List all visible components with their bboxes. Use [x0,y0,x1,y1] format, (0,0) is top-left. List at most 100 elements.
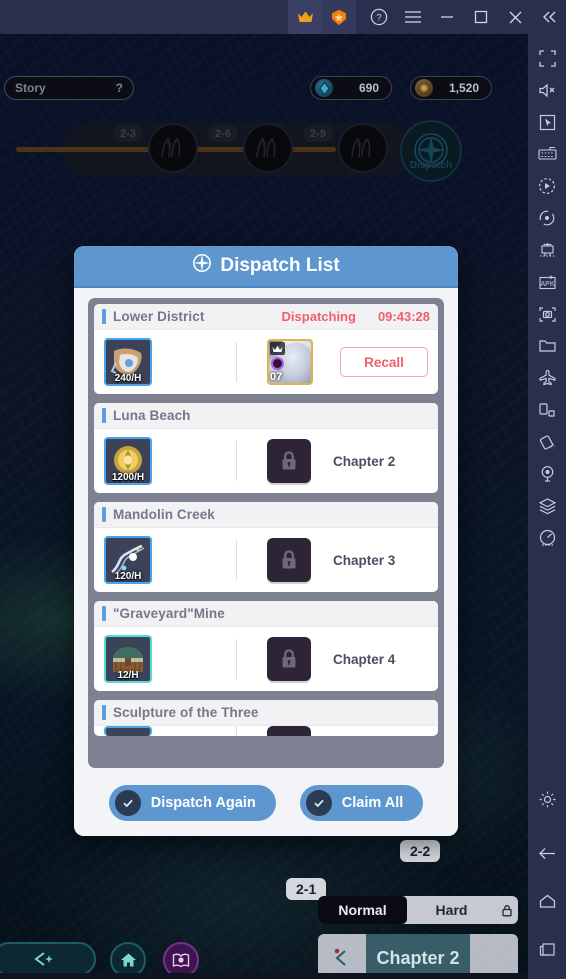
airplane-icon[interactable] [531,362,563,394]
screen-root: ? APK Story ? 690 1,520 2-3 2-6 2-9 Disp… [0,0,566,979]
story-help-icon[interactable]: ? [116,81,123,95]
nav-prev-button[interactable] [0,942,96,976]
dispatch-list-container[interactable]: Lower District Dispatching 09:43:28 240/… [88,298,444,768]
dispatch-location-name: Mandolin Creek [113,507,215,522]
rotate-screen-icon[interactable] [531,394,563,426]
screenshot-icon[interactable] [531,298,563,330]
chest-item-icon[interactable]: 12/H [104,635,152,683]
shake-icon[interactable] [531,426,563,458]
fullscreen-icon[interactable] [531,42,563,74]
element-orb-icon [271,357,284,370]
dispatch-list-modal: Dispatch List Lower District Dispatching… [74,246,458,836]
close-button[interactable] [498,0,532,34]
mute-icon[interactable] [531,74,563,106]
level-tag-1: 2-3 [113,125,143,142]
apk-install-icon[interactable]: APK [531,266,563,298]
keyboard-icon[interactable] [531,138,563,170]
dispatch-row[interactable]: "Graveyard"Mine 12/H Chapter 4 [94,601,438,691]
dispatch-row-body [94,726,438,736]
row-accent-bar [102,606,106,621]
river-item-icon[interactable]: 120/H [104,536,152,584]
level-node-2[interactable] [243,123,293,173]
gem-counter[interactable]: 690 [310,76,392,100]
dispatch-again-button[interactable]: Dispatch Again [108,785,276,821]
dispatch-row-header: Sculpture of the Three [94,700,438,726]
dispatch-location-name: "Graveyard"Mine [113,606,225,621]
claim-all-button[interactable]: Claim All [299,785,424,821]
difficulty-lock-icon [496,904,518,917]
minimize-button[interactable] [430,0,464,34]
locked-slot[interactable] [267,637,311,681]
dispatch-location-name: Luna Beach [113,408,191,423]
premium-crown-button[interactable] [288,0,322,34]
recall-button[interactable]: Recall [340,347,428,377]
menu-button[interactable] [396,0,430,34]
row-divider [236,540,237,580]
locked-slot[interactable] [267,538,311,582]
layers-icon[interactable] [531,490,563,522]
help-button[interactable]: ? [362,0,396,34]
gold-medal-item-icon[interactable]: 1200/H [104,437,152,485]
recent-apps-icon[interactable] [531,933,563,965]
game-viewport[interactable]: Story ? 690 1,520 2-3 2-6 2-9 Dispatch 2… [0,34,528,979]
map-level-tag-2-2[interactable]: 2-2 [400,840,441,862]
dispatch-row[interactable]: Sculpture of the Three [94,700,438,736]
dispatched-character-card[interactable]: 07 [267,339,313,385]
dispatch-scroll-area[interactable]: Lower District Dispatching 09:43:28 240/… [94,304,438,762]
dispatch-row[interactable]: Luna Beach 1200/H Chapter 2 [94,403,438,493]
compass-icon [192,253,212,279]
shield-boost-button[interactable] [322,0,356,34]
level-tag-3: 2-9 [303,125,333,142]
dispatch-row[interactable]: Mandolin Creek 120/H Chapter 3 [94,502,438,592]
dispatch-modal-footer: Dispatch Again Claim All [74,770,458,836]
home-icon[interactable] [531,885,563,917]
check-gear-icon [305,790,332,816]
level-node-3[interactable] [338,123,388,173]
dispatch-row[interactable]: Lower District Dispatching 09:43:28 240/… [94,304,438,394]
difficulty-option-normal[interactable]: Normal [318,896,407,924]
level-node-1[interactable] [148,123,198,173]
gem-icon [315,79,333,97]
character-level: 07 [270,371,283,383]
emulator-titlebar: ? [0,0,566,34]
sculpture-item-icon[interactable] [104,726,152,736]
dispatch-modal-title: Dispatch List [220,255,340,276]
coin-icon [415,79,433,97]
dispatch-location-name: Sculpture of the Three [113,705,259,720]
folder-icon[interactable] [531,330,563,362]
locked-slot[interactable] [267,439,311,483]
chapter-requirement: Chapter 4 [333,651,396,667]
dispatch-modal-header: Dispatch List [74,246,458,288]
coin-counter[interactable]: 1,520 [410,76,492,100]
settings-gear-icon[interactable] [531,783,563,815]
row-accent-bar [102,705,106,720]
dispatch-row-body: 1200/H Chapter 2 [94,429,438,493]
claim-all-label: Claim All [341,795,404,811]
sync-icon[interactable] [531,202,563,234]
dispatch-row-body: 240/H 07 Recall [94,330,438,394]
item-rate-label: 120/H [114,571,142,582]
multi-instance-icon[interactable] [531,234,563,266]
location-icon[interactable] [531,458,563,490]
maximize-button[interactable] [464,0,498,34]
svg-text:?: ? [376,13,381,24]
macro-record-icon[interactable] [531,170,563,202]
coin-value: 1,520 [448,81,479,95]
gauntlet-item-icon[interactable]: 240/H [104,338,152,386]
dispatch-row-body: 12/H Chapter 4 [94,627,438,691]
svg-text:APK: APK [540,281,554,288]
story-mode-pill[interactable]: Story ? [4,76,134,100]
difficulty-option-hard[interactable]: Hard [407,896,496,924]
dispatch-hud-button[interactable]: Dispatch [400,120,462,182]
cursor-icon[interactable] [531,106,563,138]
difficulty-toggle[interactable]: Normal Hard [318,896,518,924]
collapse-sidebar-button[interactable] [532,0,566,34]
dispatch-location-name: Lower District [113,309,205,324]
item-rate-label: 240/H [114,373,142,384]
host-os-strip [0,973,528,979]
row-divider [236,639,237,679]
dispatch-row-header: Lower District Dispatching 09:43:28 [94,304,438,330]
locked-slot[interactable] [267,726,311,736]
back-arrow-icon[interactable] [531,837,563,869]
performance-icon[interactable] [531,522,563,554]
